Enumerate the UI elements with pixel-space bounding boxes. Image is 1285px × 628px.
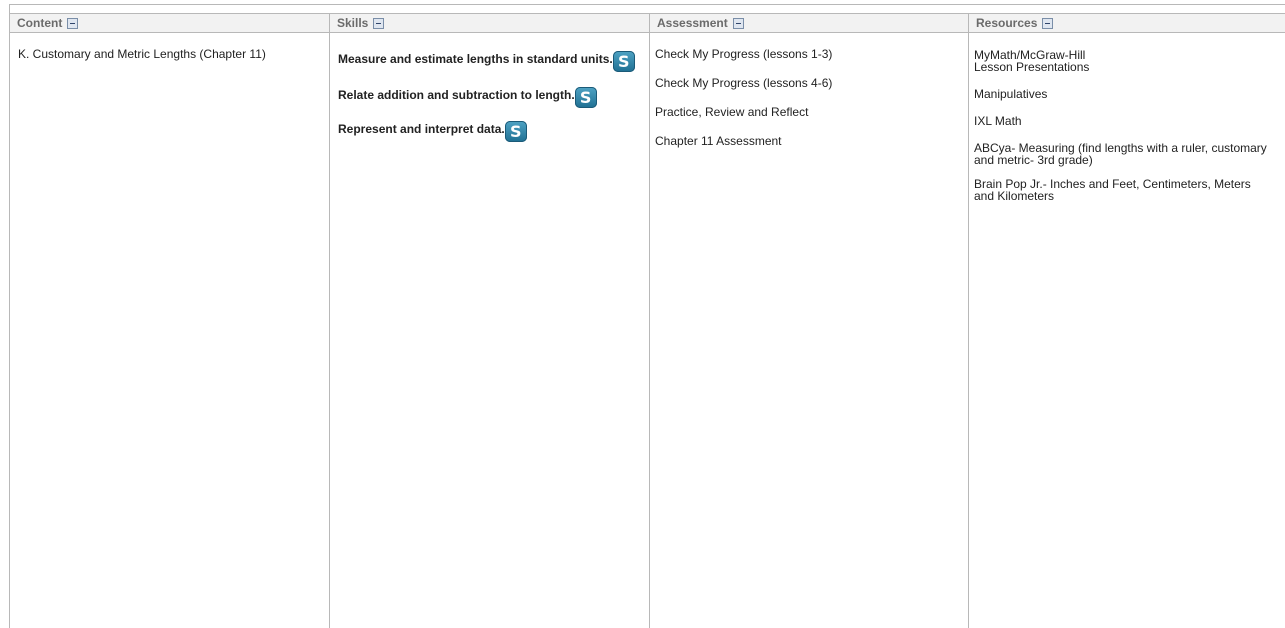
content-header: Content: [10, 13, 329, 33]
assessment-column: Assessment Check My Progress (lessons 1-…: [650, 13, 969, 628]
assessment-item: Chapter 11 Assessment: [655, 134, 782, 148]
skill-item: Represent and interpret data. S: [338, 118, 635, 142]
content-column: Content K. Customary and Metric Lengths …: [10, 13, 330, 628]
standards-s-icon[interactable]: S: [504, 121, 527, 142]
collapse-icon[interactable]: [373, 17, 385, 29]
resource-item: Manipulatives: [974, 87, 1048, 101]
resource-item: ABCya- Measuring (find lengths with a ru…: [974, 141, 1267, 167]
assessment-item: Practice, Review and Reflect: [655, 105, 809, 119]
assessment-item: Check My Progress (lessons 1-3): [655, 47, 833, 61]
resources-column: Resources MyMath/McGraw-Hill Lesson Pres…: [969, 13, 1285, 628]
skill-item: Relate addition and subtraction to lengt…: [338, 84, 635, 108]
skills-header: Skills: [330, 13, 649, 33]
assessment-item: Check My Progress (lessons 4-6): [655, 76, 833, 90]
collapse-icon[interactable]: [1042, 17, 1054, 29]
skill-label: Represent and interpret data.: [338, 122, 505, 136]
skill-label: Measure and estimate lengths in standard…: [338, 52, 613, 66]
assessment-header-label: Assessment: [657, 16, 728, 30]
curriculum-map-table: Content K. Customary and Metric Lengths …: [9, 4, 1285, 628]
skills-column: Skills Measure and estimate lengths in s…: [330, 13, 650, 628]
content-header-label: Content: [17, 16, 63, 30]
collapse-icon[interactable]: [732, 17, 744, 29]
skill-item: Measure and estimate lengths in standard…: [338, 48, 635, 72]
collapse-icon[interactable]: [67, 17, 79, 29]
content-unit-title: K. Customary and Metric Lengths (Chapter…: [18, 47, 266, 61]
resources-header: Resources: [969, 13, 1285, 33]
resource-item: Brain Pop Jr.- Inches and Feet, Centimet…: [974, 177, 1251, 203]
standards-s-icon[interactable]: S: [612, 51, 635, 72]
standards-s-icon[interactable]: S: [574, 87, 597, 108]
skill-label: Relate addition and subtraction to lengt…: [338, 88, 575, 102]
resource-item: IXL Math: [974, 114, 1022, 128]
skills-header-label: Skills: [337, 16, 369, 30]
assessment-header: Assessment: [650, 13, 968, 33]
resources-header-label: Resources: [976, 16, 1038, 30]
resource-item: Lesson Presentations: [974, 60, 1090, 74]
